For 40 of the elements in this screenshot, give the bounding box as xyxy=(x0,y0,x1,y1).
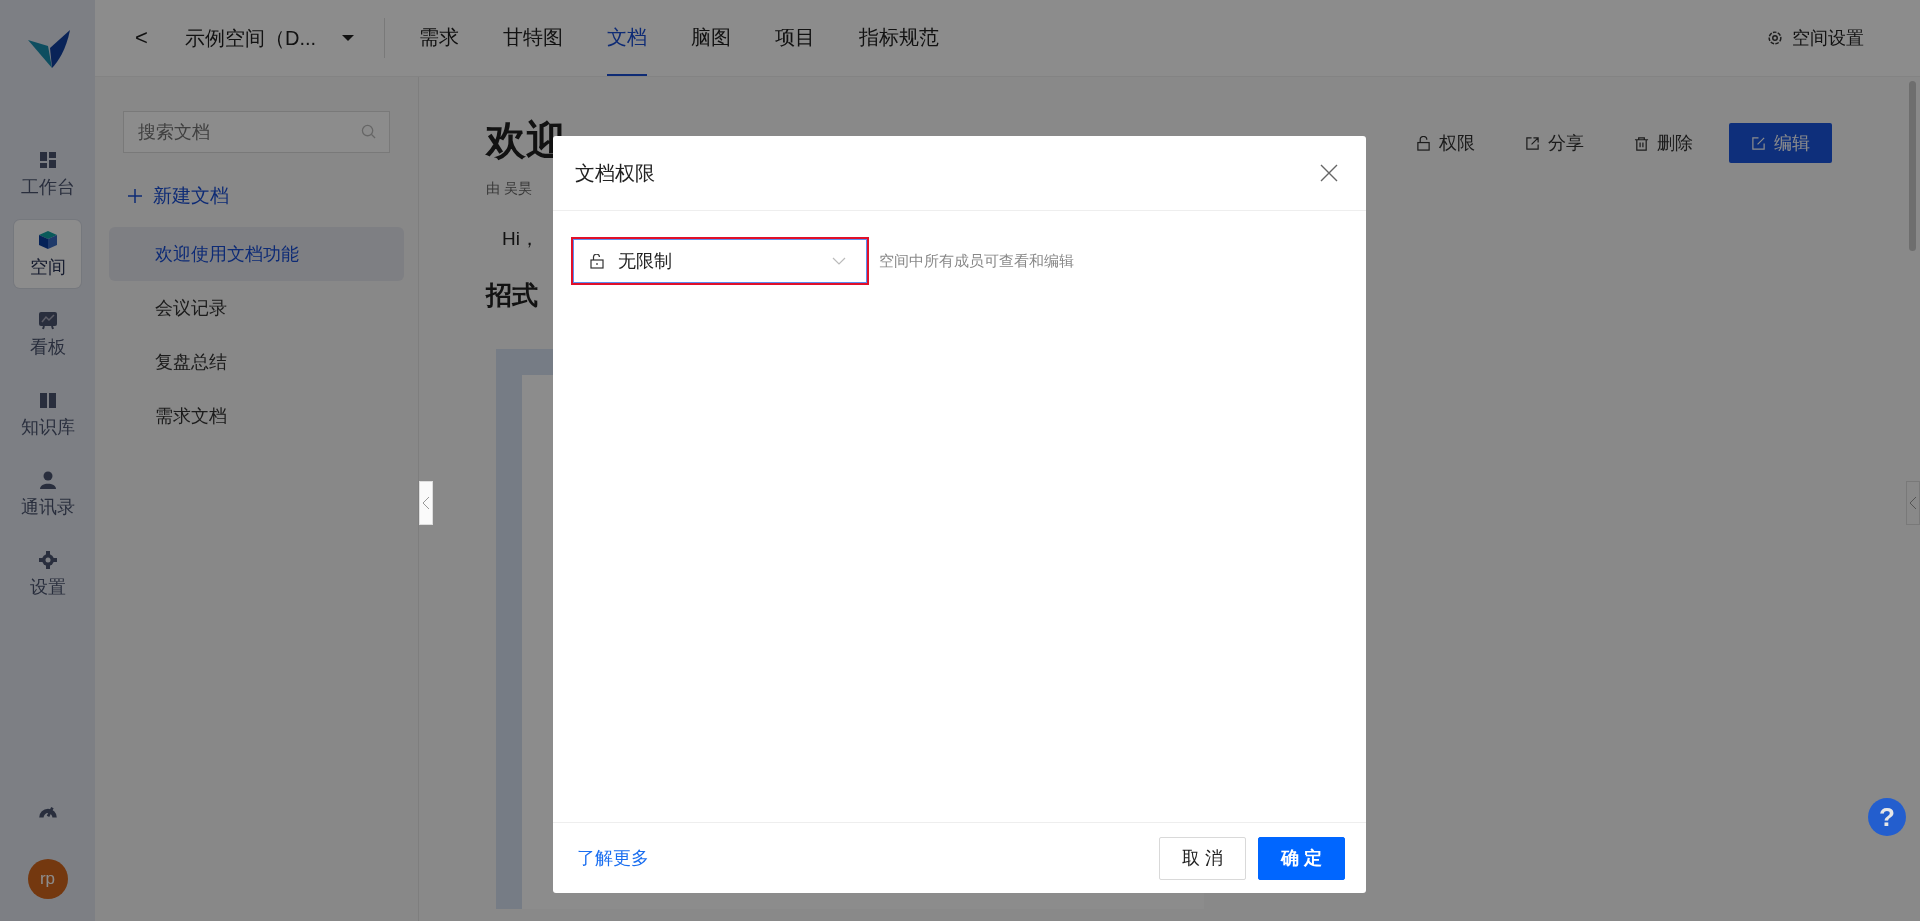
nav-tab[interactable]: 甘特图 xyxy=(503,0,564,76)
nav-tab[interactable]: 脑图 xyxy=(691,0,732,76)
author-meta: 由 吴昊 xyxy=(486,180,533,198)
cancel-button[interactable]: 取 消 xyxy=(1159,836,1246,880)
nav-label: 知识库 xyxy=(20,415,75,439)
section-heading: 招式 xyxy=(486,279,539,312)
delete-button[interactable]: 删除 xyxy=(1620,123,1707,163)
nav-tab[interactable]: 需求 xyxy=(419,0,460,76)
space-selector[interactable]: 示例空间（D... xyxy=(185,24,355,52)
nav-label: 工作台 xyxy=(20,175,75,199)
doc-list-item[interactable]: 欢迎使用文档功能 xyxy=(109,227,404,281)
nav-label: 通讯录 xyxy=(20,495,75,519)
greeting-text: Hi， xyxy=(502,227,540,251)
confirm-button[interactable]: 确 定 xyxy=(1258,836,1345,880)
user-avatar[interactable]: rp xyxy=(27,859,68,899)
permission-select[interactable]: 无限制 xyxy=(573,239,867,283)
dialog-title: 文档权限 xyxy=(575,160,655,186)
search-field[interactable]: 搜索文档 xyxy=(123,111,390,153)
space-settings-link[interactable]: 空间设置 xyxy=(1766,26,1864,50)
nav-item[interactable]: 看板 xyxy=(14,300,81,368)
nav-item[interactable]: 通讯录 xyxy=(14,460,81,528)
permission-button[interactable]: 权限 xyxy=(1402,123,1489,163)
nav-item[interactable]: 工作台 xyxy=(14,140,81,208)
edit-button[interactable]: 编辑 xyxy=(1729,123,1832,163)
back-button[interactable]: < xyxy=(135,25,155,51)
nav-item[interactable]: 空间 xyxy=(14,220,81,288)
permission-description: 空间中所有成员可查看和编辑 xyxy=(879,251,1074,271)
doc-list-item[interactable]: 会议记录 xyxy=(109,281,404,335)
nav-label: 看板 xyxy=(29,335,66,359)
new-doc-button[interactable]: 新建文档 xyxy=(127,183,404,209)
nav-item[interactable]: 设置 xyxy=(14,540,81,608)
nav-label: 设置 xyxy=(29,575,66,599)
nav-tab[interactable]: 项目 xyxy=(775,0,816,76)
doc-list-item[interactable]: 需求文档 xyxy=(109,389,404,443)
nav-item[interactable]: 知识库 xyxy=(14,380,81,448)
share-button[interactable]: 分享 xyxy=(1511,123,1598,163)
nav-tab[interactable]: 指标规范 xyxy=(859,0,940,76)
doc-list-item[interactable]: 复盘总结 xyxy=(109,335,404,389)
learn-more-link[interactable]: 了解更多 xyxy=(577,846,649,870)
nav-label: 空间 xyxy=(29,255,66,279)
